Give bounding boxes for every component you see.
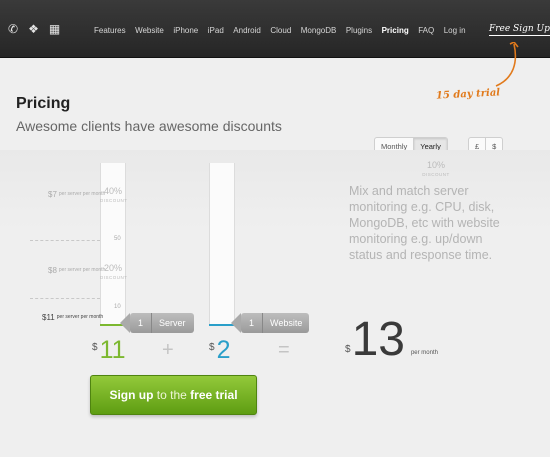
nav-icons: ✆ ❖ ▦ (8, 22, 60, 36)
chat-icon[interactable]: ❖ (28, 22, 39, 36)
trial-note: 15 day trial (435, 87, 501, 102)
curved-arrow-icon (495, 42, 519, 87)
website-slider-handle[interactable]: 1 Website (231, 313, 309, 333)
page-subtitle: Awesome clients have awesome discounts (16, 118, 282, 134)
phone-icon[interactable]: ✆ (8, 22, 18, 36)
server-discount-40: 40% DISCOUNT (100, 186, 128, 204)
free-signup-link[interactable]: Free Sign Up (489, 24, 550, 36)
server-discount-20: 20% DISCOUNT (100, 263, 128, 281)
nav-menu: Features Website iPhone iPad Android Clo… (94, 26, 475, 35)
nav-item-iphone[interactable]: iPhone (173, 26, 198, 35)
website-handle-label: Website (270, 318, 303, 328)
server-subtotal: $11 (92, 336, 126, 364)
nav-item-features[interactable]: Features (94, 26, 126, 35)
nav-item-pricing[interactable]: Pricing (382, 26, 409, 35)
server-slider-handle[interactable]: 1 Server (120, 313, 194, 333)
signup-free-trial-button[interactable]: Sign up to the free trial (90, 375, 257, 415)
nav-item-mongodb[interactable]: MongoDB (301, 26, 337, 35)
website-discount-10: 10% DISCOUNT (422, 160, 450, 178)
website-subtotal: $2 (209, 336, 231, 364)
nav-item-login[interactable]: Log in (444, 26, 466, 35)
nav-item-faq[interactable]: FAQ (418, 26, 434, 35)
top-navigation-bar: ✆ ❖ ▦ Features Website iPhone iPad Andro… (0, 0, 550, 58)
server-handle-label: Server (159, 318, 186, 328)
equals-sign: = (278, 339, 290, 361)
total-amount: 13 (351, 313, 405, 366)
map-icon[interactable]: ▦ (49, 22, 60, 36)
nav-item-website[interactable]: Website (135, 26, 164, 35)
nav-item-cloud[interactable]: Cloud (270, 26, 291, 35)
tier-divider (30, 240, 100, 241)
nav-item-android[interactable]: Android (233, 26, 261, 35)
total-price: $13 per month (345, 313, 438, 366)
nav-item-plugins[interactable]: Plugins (346, 26, 372, 35)
pricing-description: Mix and match server monitoring e.g. CPU… (349, 184, 500, 262)
server-tier-price: $7 per server per month (48, 190, 106, 199)
website-count: 1 (241, 313, 263, 333)
tier-divider (30, 298, 100, 299)
tick-label: 50 (114, 236, 121, 242)
server-tier-price: $8 per server per month (48, 266, 106, 275)
page-title: Pricing (16, 95, 71, 112)
plus-sign: + (162, 339, 174, 361)
tick-label: 10 (114, 304, 121, 310)
website-slider-track[interactable] (209, 163, 235, 326)
server-current-price: $11 per server per month (42, 313, 104, 322)
nav-item-ipad[interactable]: iPad (208, 26, 224, 35)
server-count: 1 (130, 313, 152, 333)
